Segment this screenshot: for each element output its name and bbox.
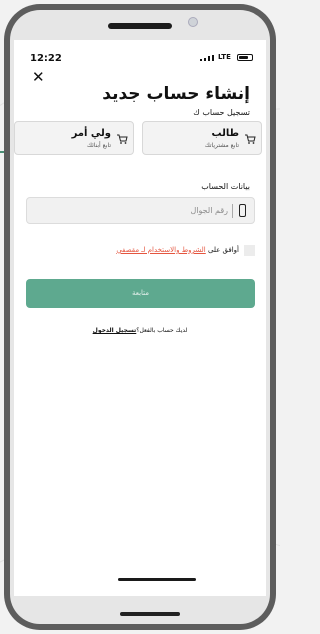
account-type-parent[interactable]: ولي أمر تابع أبنائك [14,121,134,155]
terms-checkbox[interactable] [244,245,255,256]
cart-icon [117,134,128,144]
speaker-grille [108,23,172,29]
account-section-label: بيانات الحساب [201,182,250,191]
bottom-bar [120,612,180,616]
status-bar: 12:22 LTE [14,40,266,66]
phone-placeholder: رقم الجوال [190,206,228,215]
cart-icon [245,134,256,144]
front-camera [188,17,198,27]
account-type-title: طالب [211,128,239,139]
app-screen: 12:22 LTE ✕ إنشاء حساب جديد تسجيل حساب ك… [14,40,266,596]
status-time: 12:22 [30,53,62,64]
mobile-phone-icon [239,204,246,217]
account-type-title: ولي أمر [71,128,111,139]
phone-input[interactable]: رقم الجوال [26,197,255,224]
account-type-subtitle: تابع أبنائك [87,142,111,149]
page-title: إنشاء حساب جديد [102,84,250,104]
network-label: LTE [218,53,231,61]
terms-link[interactable]: الشروط والاستخدام لـ مقصفي [116,246,205,254]
login-prompt: لديك حساب بالفعل؟تسجيل الدخول [14,327,266,334]
page-subtitle: تسجيل حساب ك [193,108,250,117]
battery-icon [237,54,253,61]
terms-row: أوافق على الشروط والاستخدام لـ مقصفي [26,245,255,257]
account-type-subtitle: تابع مشترياتك [204,142,239,149]
terms-text: أوافق على الشروط والاستخدام لـ مقصفي [116,246,239,254]
home-indicator [118,578,196,581]
terms-prefix: أوافق على [207,246,239,254]
field-divider [232,204,233,218]
login-link[interactable]: تسجيل الدخول [93,327,137,334]
continue-button[interactable]: متابعة [26,279,255,308]
login-prefix: لديك حساب بالفعل؟ [136,327,188,334]
account-type-student[interactable]: طالب تابع مشترياتك [142,121,262,155]
close-button[interactable]: ✕ [32,70,45,85]
